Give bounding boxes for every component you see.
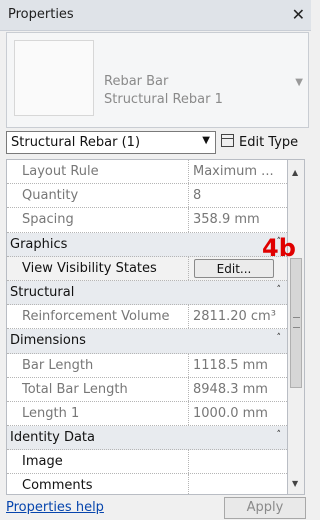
collapse-icon[interactable]: ˄ bbox=[277, 430, 282, 440]
collapse-icon[interactable]: ˄ bbox=[277, 333, 282, 343]
property-value-cell[interactable]: 1118.5 mm bbox=[188, 353, 287, 377]
property-name: Image bbox=[22, 454, 63, 470]
group-header[interactable]: Dimensions ˄ bbox=[7, 329, 287, 354]
vertical-scrollbar[interactable]: ▲ ▼ bbox=[287, 159, 305, 495]
property-value-cell[interactable]: Maximum ... bbox=[188, 160, 287, 184]
property-value-cell[interactable]: 8 bbox=[188, 184, 287, 208]
property-value: 1118.5 mm bbox=[193, 357, 268, 373]
panel-title: Properties bbox=[8, 7, 74, 22]
title-bar: Properties ✕ bbox=[0, 0, 311, 31]
property-value: 2811.20 cm³ bbox=[193, 309, 276, 325]
property-value: 358.9 mm bbox=[193, 212, 260, 228]
property-name: Reinforcement Volume bbox=[22, 309, 170, 325]
chevron-down-icon: ▼ bbox=[202, 135, 210, 146]
group-label: Dimensions bbox=[10, 333, 86, 349]
property-name: Total Bar Length bbox=[22, 381, 128, 397]
group-header[interactable]: Graphics ˄ bbox=[7, 232, 287, 257]
type-thumbnail bbox=[14, 40, 94, 116]
type-selector[interactable]: Rebar Bar Structural Rebar 1 ▼ bbox=[6, 32, 309, 128]
group-label: Graphics bbox=[10, 236, 68, 252]
property-name: Length 1 bbox=[22, 405, 80, 421]
property-row[interactable]: Image bbox=[7, 450, 287, 475]
property-value-cell[interactable]: 8948.3 mm bbox=[188, 377, 287, 401]
property-row[interactable]: Total Bar Length 8948.3 mm bbox=[7, 377, 287, 402]
property-row[interactable]: Length 1 1000.0 mm bbox=[7, 401, 287, 427]
property-row[interactable]: Comments bbox=[7, 474, 287, 494]
apply-button[interactable]: Apply bbox=[224, 497, 306, 519]
property-value-cell[interactable] bbox=[188, 450, 287, 474]
property-value: 1000.0 mm bbox=[193, 405, 268, 421]
group-header[interactable]: Structural ˄ bbox=[7, 280, 287, 306]
property-value-cell[interactable] bbox=[188, 474, 287, 494]
group-header[interactable]: Identity Data ˄ bbox=[7, 426, 287, 451]
grip-icon bbox=[293, 317, 300, 328]
property-row[interactable]: Spacing 358.9 mm bbox=[7, 208, 287, 233]
instance-filter-dropdown[interactable]: Structural Rebar (1) ▼ bbox=[6, 131, 216, 154]
family-name: Rebar Bar bbox=[104, 74, 169, 89]
instance-filter-row: Structural Rebar (1) ▼ Edit Type bbox=[0, 129, 311, 157]
property-value: 8948.3 mm bbox=[193, 381, 268, 397]
property-value-cell[interactable]: 358.9 mm bbox=[188, 208, 287, 232]
property-value-cell[interactable]: 2811.20 cm³ bbox=[188, 305, 287, 329]
type-name: Rebar Bar Structural Rebar 1 bbox=[104, 73, 223, 109]
scroll-down-icon[interactable]: ▼ bbox=[292, 479, 298, 488]
property-name: Layout Rule bbox=[22, 164, 99, 179]
property-value: Maximum ... bbox=[193, 164, 274, 179]
property-name: Comments bbox=[22, 478, 93, 494]
group-label: Structural bbox=[10, 284, 75, 300]
edit-type-button[interactable]: Edit Type bbox=[221, 133, 298, 150]
type-name-text: Structural Rebar 1 bbox=[104, 92, 223, 107]
property-row[interactable]: Layout Rule Maximum ... bbox=[7, 160, 287, 185]
property-name: Bar Length bbox=[22, 357, 94, 373]
property-name: Spacing bbox=[22, 212, 74, 228]
property-row[interactable]: Quantity 8 bbox=[7, 184, 287, 209]
property-row[interactable]: Reinforcement Volume 2811.20 cm³ bbox=[7, 305, 287, 330]
chevron-down-icon[interactable]: ▼ bbox=[295, 77, 303, 88]
property-row[interactable]: View Visibility States Edit... bbox=[7, 256, 287, 281]
property-name: View Visibility States bbox=[22, 260, 157, 276]
property-name: Quantity bbox=[22, 188, 79, 204]
property-value-cell[interactable]: 1000.0 mm bbox=[188, 401, 287, 426]
annotation-label: 4b bbox=[262, 234, 296, 262]
collapse-icon[interactable]: ˄ bbox=[277, 285, 282, 295]
group-label: Identity Data bbox=[10, 430, 95, 446]
property-row[interactable]: Bar Length 1118.5 mm bbox=[7, 353, 287, 378]
footer: Properties help Apply bbox=[0, 495, 311, 520]
scrollbar-thumb[interactable] bbox=[290, 258, 302, 388]
properties-grid: Layout Rule Maximum ... Quantity 8 Spacing 35… bbox=[6, 159, 287, 495]
scroll-up-icon[interactable]: ▲ bbox=[292, 168, 298, 177]
properties-help-link[interactable]: Properties help bbox=[6, 500, 104, 515]
close-icon[interactable]: ✕ bbox=[292, 5, 305, 24]
edit-type-icon bbox=[221, 134, 234, 147]
edit-type-label: Edit Type bbox=[239, 135, 299, 150]
property-value: 8 bbox=[193, 188, 202, 204]
instance-filter-label: Structural Rebar (1) bbox=[11, 135, 141, 150]
